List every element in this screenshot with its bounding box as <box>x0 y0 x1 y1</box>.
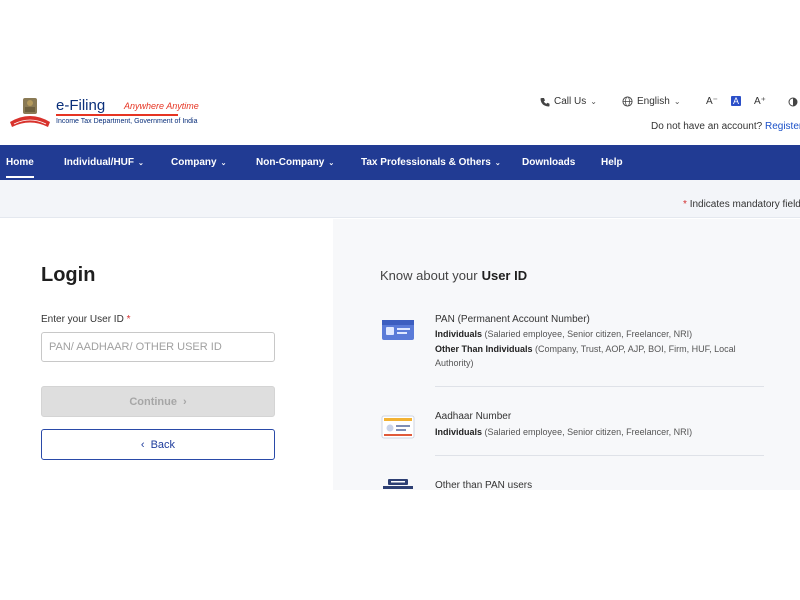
brand-name: e-Filing <box>56 97 106 114</box>
nav-item-help[interactable]: Help <box>601 145 623 180</box>
nav-item-downloads[interactable]: Downloads <box>522 145 575 180</box>
nav-item-non-company[interactable]: Non-Company ⌄ <box>256 145 334 180</box>
globe-icon <box>622 96 633 107</box>
register-link[interactable]: Register <box>765 121 800 132</box>
page-title: Login <box>41 264 96 286</box>
nav-item-home[interactable]: Home <box>6 145 34 180</box>
call-us-dropdown[interactable]: Call Us ⌄ <box>540 96 597 107</box>
pan-individuals-text: (Salaried employee, Senior citizen, Free… <box>484 329 693 339</box>
font-decrease-button[interactable]: A⁻ <box>706 96 718 107</box>
aadhaar-title: Aadhaar Number <box>435 411 512 422</box>
chevron-down-icon: ⌄ <box>328 160 335 167</box>
pan-title: PAN (Permanent Account Number) <box>435 314 590 325</box>
user-id-label-text: Enter your User ID <box>41 314 124 325</box>
font-increase-button[interactable]: A⁺ <box>754 96 766 107</box>
active-nav-indicator <box>6 176 34 178</box>
nav-item-label: Individual/HUF <box>64 157 134 168</box>
mandatory-note: * Indicates mandatory field <box>683 199 800 210</box>
pan-individuals-line: Individuals (Salaried employee, Senior c… <box>435 329 692 339</box>
pan-card-icon <box>382 320 414 340</box>
info-title-text: Know about your <box>380 268 478 283</box>
pan-other-line: Other Than Individuals (Company, Trust, … <box>435 344 736 354</box>
nav-item-label: Company <box>171 157 217 168</box>
divider <box>435 455 764 456</box>
chevron-left-icon: ‹ <box>140 438 145 451</box>
chevron-right-icon: › <box>183 395 187 408</box>
nav-item-individual-huf[interactable]: Individual/HUF ⌄ <box>64 145 144 180</box>
chevron-down-icon: ⌄ <box>494 160 501 167</box>
pan-other-bold: Other Than Individuals <box>435 344 533 354</box>
font-normal-button[interactable]: A <box>731 96 742 106</box>
back-label: Back <box>150 438 176 451</box>
continue-label: Continue <box>129 395 177 408</box>
brand-tagline: Anywhere Anytime <box>124 101 199 111</box>
chevron-down-icon: ⌄ <box>673 97 681 106</box>
info-panel-title: Know about your User ID <box>380 268 527 283</box>
main-nav: Home Individual/HUF ⌄ Company ⌄ Non-Compan… <box>0 145 800 180</box>
aadhaar-individuals-bold: Individuals <box>435 427 483 437</box>
mandatory-text: Indicates mandatory field <box>689 199 800 210</box>
chevron-down-icon: ⌄ <box>138 160 144 167</box>
mandatory-bar <box>0 180 800 218</box>
brand-divider <box>56 114 178 116</box>
continue-button[interactable]: Continue › <box>41 386 275 417</box>
divider <box>435 386 764 387</box>
nav-item-label: Non-Company <box>256 157 325 168</box>
other-users-title: Other than PAN users <box>435 480 533 491</box>
phone-icon <box>540 97 550 106</box>
nav-item-label: Home <box>6 157 34 168</box>
user-id-input[interactable] <box>41 332 275 362</box>
nav-item-label: Tax Professionals & Others <box>361 157 491 168</box>
other-users-icon <box>383 479 413 489</box>
pan-other-line-cont: Authority) <box>435 358 474 368</box>
brand-subtitle: Income Tax Department, Government of Ind… <box>56 118 198 125</box>
aadhaar-individuals-line: Individuals (Salaried employee, Senior c… <box>435 427 692 437</box>
call-us-label: Call Us <box>554 96 587 107</box>
aadhaar-card-icon <box>381 415 415 439</box>
chevron-down-icon: ⌄ <box>220 160 227 167</box>
signup-prompt: Do not have an account? Register <box>651 121 800 132</box>
aadhaar-individuals-text: (Salaried employee, Senior citizen, Free… <box>484 427 693 437</box>
chevron-down-icon: ⌄ <box>590 97 597 106</box>
contrast-toggle-icon[interactable] <box>788 97 798 107</box>
user-id-info-panel <box>333 219 800 490</box>
back-button[interactable]: ‹ Back <box>41 429 275 460</box>
efiling-logo[interactable]: e-Filing Anywhere Anytime Income Tax Dep… <box>8 96 199 132</box>
info-title-strong: User ID <box>481 268 528 283</box>
user-id-label: Enter your User ID * <box>41 314 131 325</box>
nav-item-label: Downloads <box>522 157 576 168</box>
national-emblem-icon <box>10 98 50 127</box>
required-star: * <box>126 314 131 325</box>
pan-individuals-bold: Individuals <box>435 329 483 339</box>
language-label: English <box>637 96 670 107</box>
required-star: * <box>683 199 687 210</box>
pan-other-text: (Company, Trust, AOP, AJP, BOI, Firm, HU… <box>535 344 736 354</box>
language-dropdown[interactable]: English ⌄ <box>622 96 681 107</box>
nav-item-company[interactable]: Company ⌄ <box>171 145 226 180</box>
nav-item-label: Help <box>601 157 623 168</box>
no-account-text: Do not have an account? <box>651 121 763 132</box>
nav-item-tax-professionals[interactable]: Tax Professionals & Others ⌄ <box>361 145 501 180</box>
